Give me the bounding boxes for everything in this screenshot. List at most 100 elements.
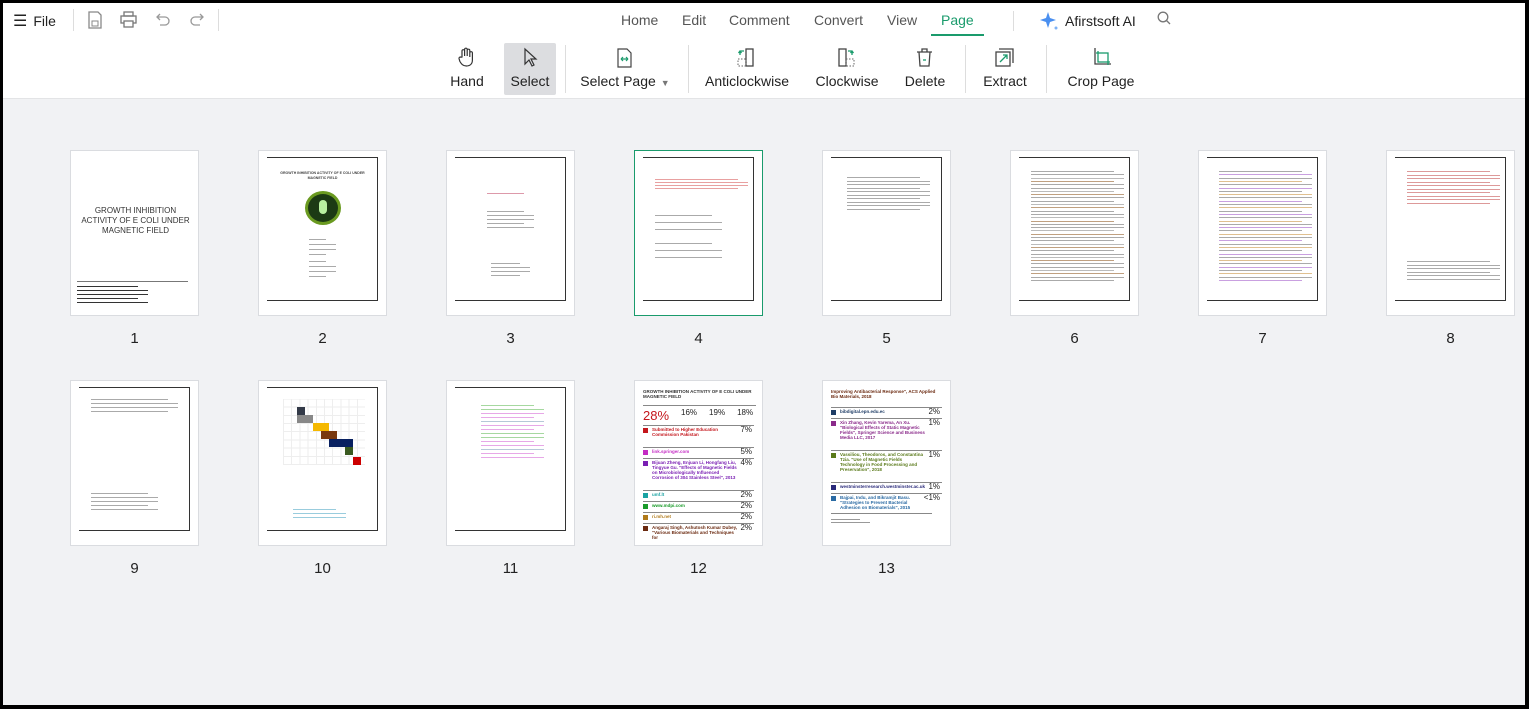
text-line [1407,199,1500,200]
text-line [1031,207,1124,209]
similarity-scores: 28% 16% 19% 18% [643,405,756,423]
source-row: ri.mh.net 2% [643,512,754,523]
clockwise-button[interactable]: Clockwise [809,43,885,95]
text-line [481,445,544,446]
page-thumbnail[interactable] [1010,150,1139,316]
file-menu[interactable]: ☰ File [13,11,56,31]
text-line [91,411,168,412]
select-button[interactable]: Select [504,43,556,95]
ai-button[interactable]: Afirstsoft AI [1039,11,1136,31]
ai-label: Afirstsoft AI [1065,13,1136,29]
page-thumbnail[interactable] [822,150,951,316]
source-number-badge [643,504,648,509]
tab-comment[interactable]: Comment [729,12,790,28]
page-thumbnail[interactable] [70,380,199,546]
tool-label: Hand [450,73,484,89]
tab-edit[interactable]: Edit [682,12,706,28]
source-percent: 5% [740,447,752,456]
select-page-icon [617,48,632,68]
page-title-text: GROWTH INHIBITION ACTIVITY OF E COLI UND… [643,389,752,399]
text-line [481,421,544,422]
page-number-label: 4 [694,330,703,347]
text-line [487,227,534,228]
text-line [481,433,544,434]
text-line [91,505,148,506]
text-line [77,302,148,303]
app-window: ☰ File Home Edit Comment Convert View Page Af… [3,3,1525,705]
hand-icon [458,47,473,67]
text-line [655,215,712,216]
text-line [1031,227,1124,229]
divider [1046,45,1047,93]
crop-page-button[interactable]: Crop Page [1057,43,1145,95]
tab-page[interactable]: Page [931,12,984,36]
text-line [1219,197,1312,199]
hand-button[interactable]: Hand [441,43,493,95]
page-thumbnail[interactable]: GROWTH INHIBITION ACTIVITY OF E COLI UND… [634,380,763,546]
print-icon[interactable] [120,11,137,28]
extract-button[interactable]: Extract [977,43,1033,95]
source-row: Submitted to Higher Education Commission… [643,425,754,447]
text-line [1031,263,1124,265]
page-title-text: GROWTH INHIBITION ACTIVITY OF E COLI UND… [81,206,190,235]
page-thumbnail[interactable] [258,380,387,546]
tool-label: Crop Page [1067,73,1135,89]
page-thumbnail[interactable] [634,150,763,316]
text-line [1407,174,1500,176]
page-thumbnail[interactable]: Improving Antibacterial Response", ACS A… [822,380,951,546]
tool-label: Select Page ▼ [580,73,670,89]
page-thumbnail[interactable] [446,380,575,546]
tab-convert[interactable]: Convert [814,12,863,28]
tab-view[interactable]: View [887,12,917,28]
text-line [1219,190,1302,192]
page-number-label: 3 [506,330,515,347]
text-line [1219,260,1302,262]
text-line [1407,275,1500,276]
text-line [847,187,920,189]
source-number-badge [831,410,836,415]
text-line [1219,187,1312,189]
text-line [1219,276,1312,278]
anticlockwise-button[interactable]: Anticlockwise [701,43,793,95]
text-line [655,179,738,180]
divider [218,9,219,31]
dropdown-arrow-icon: ▼ [660,78,670,88]
search-icon[interactable] [1157,11,1171,25]
page-number-label: 2 [318,330,327,347]
page-thumbnail[interactable] [446,150,575,316]
page-thumbnail[interactable]: GROWTH INHIBITION ACTIVITY OF E COLI UND… [258,150,387,316]
delete-button[interactable]: Delete [897,43,953,95]
text-line [655,243,712,244]
text-line [1031,260,1114,262]
undo-icon[interactable] [155,12,171,27]
tab-home[interactable]: Home [621,12,658,28]
text-line [1219,246,1312,248]
source-percent: <1% [923,493,940,502]
page-thumbnail[interactable] [1198,150,1327,316]
page-thumbnail[interactable] [1386,150,1515,316]
text-line [309,271,336,272]
source-row: Angaraj Singh, Ashutosh Kumar Dubey, "Va… [643,523,754,545]
text-line [1407,202,1490,204]
tool-label: Extract [983,73,1027,89]
page-number-label: 7 [1258,330,1267,347]
page-thumbnail[interactable]: GROWTH INHIBITION ACTIVITY OF E COLI UND… [70,150,199,316]
text-line [847,177,920,178]
text-line [1219,204,1312,205]
text-line [1219,266,1312,268]
text-line [1219,174,1312,176]
source-percent: 2% [928,407,940,416]
page-number-label: 13 [878,560,895,577]
source-percent: 2% [740,501,752,510]
select-page-button[interactable]: Select Page ▼ [573,43,677,95]
page-number-label: 12 [690,560,707,577]
redo-icon[interactable] [189,12,205,27]
source-row: Xin Zhang, Kevin Yarema, An Xu. "Biologi… [831,418,942,450]
sparkle-icon [1040,12,1058,30]
text-line [1031,213,1124,215]
text-line [831,522,870,523]
text-line [1219,213,1312,215]
text-line [309,266,336,267]
text-line [77,298,138,299]
save-icon[interactable] [87,11,103,29]
